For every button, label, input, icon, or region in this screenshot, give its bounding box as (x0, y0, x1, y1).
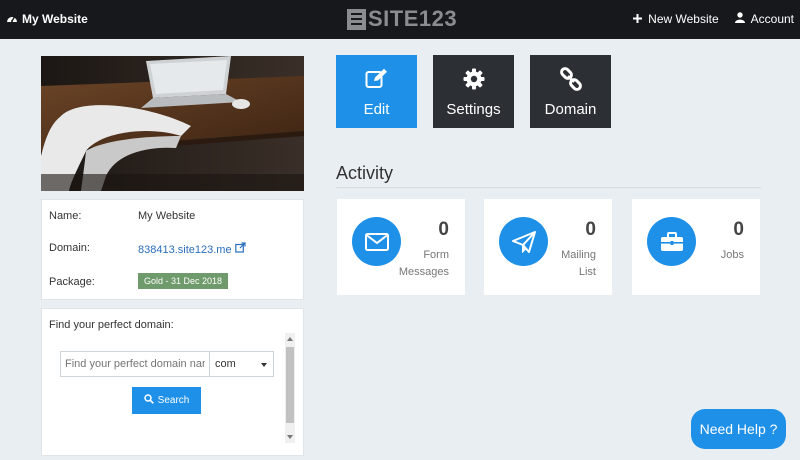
jobs-label-line1: Jobs (720, 249, 744, 261)
user-icon (734, 12, 745, 26)
site123-logo[interactable]: SITE123 (347, 8, 457, 30)
gear-icon (463, 67, 485, 91)
new-website-button[interactable]: New Website (633, 12, 719, 26)
need-help-button[interactable]: Need Help ? (691, 409, 786, 449)
domain-row: Domain: 838413.site123.me (49, 242, 246, 256)
my-website-menu[interactable]: My Website (6, 12, 88, 26)
name-label: Name: (49, 210, 82, 222)
form-messages-stat[interactable]: 0 Form Messages (337, 199, 465, 295)
account-button[interactable]: Account (734, 12, 794, 26)
scrollbar-thumb[interactable] (286, 347, 294, 423)
logo-mark-icon (347, 8, 366, 30)
mailing-list-stat[interactable]: 0 Mailing List (484, 199, 612, 295)
activity-divider (336, 187, 761, 188)
mailing-list-label: Mailing List (561, 247, 596, 281)
site-info-card: Name: My Website Domain: 838413.site123.… (41, 199, 304, 300)
top-bar: My Website SITE123 New Website Account (0, 0, 800, 39)
logo-text: SITE123 (368, 6, 458, 31)
briefcase-icon (647, 217, 696, 266)
jobs-label: Jobs (721, 247, 744, 264)
new-website-label: New Website (648, 12, 719, 26)
link-icon (559, 67, 583, 91)
form-messages-label-line1: Form (423, 249, 449, 261)
settings-label: Settings (446, 101, 501, 118)
my-website-label: My Website (22, 12, 88, 26)
scroll-up-icon[interactable] (287, 337, 293, 341)
jobs-count: 0 (733, 219, 744, 240)
domain-finder-card: Find your perfect domain: com Search (41, 308, 304, 456)
form-messages-count: 0 (438, 219, 449, 240)
domain-link[interactable]: 838413.site123.me (138, 244, 232, 256)
paper-plane-icon (499, 217, 548, 266)
domain-label: Domain (544, 101, 597, 118)
mailing-list-label-line2: List (578, 266, 596, 278)
plus-icon (633, 12, 643, 26)
chevron-down-icon (261, 363, 267, 367)
domain-label: Domain: (49, 242, 90, 254)
tld-selected-value: com (215, 358, 236, 370)
edit-label: Edit (363, 101, 390, 118)
name-value: My Website (138, 210, 196, 222)
scroll-down-icon[interactable] (287, 435, 293, 439)
domain-search-input[interactable] (60, 351, 210, 377)
search-icon (143, 394, 154, 407)
external-link-icon[interactable] (234, 242, 246, 256)
domain-finder-scrollbar[interactable] (285, 333, 295, 443)
envelope-icon (352, 217, 401, 266)
package-badge: Gold - 31 Dec 2018 (138, 273, 229, 289)
edit-button[interactable]: Edit (336, 55, 417, 128)
edit-icon (365, 67, 389, 91)
form-messages-label: Form Messages (399, 247, 449, 281)
mailing-list-count: 0 (585, 219, 596, 240)
jobs-stat[interactable]: 0 Jobs (632, 199, 760, 295)
website-preview-image[interactable] (41, 56, 304, 191)
tld-select[interactable]: com (209, 351, 274, 377)
dashboard-icon (6, 12, 18, 26)
mailing-list-label-line1: Mailing (561, 249, 596, 261)
package-row: Package: Gold - 31 Dec 2018 (49, 273, 229, 289)
domain-finder-title: Find your perfect domain: (49, 319, 174, 331)
account-label: Account (750, 12, 794, 26)
domain-button[interactable]: Domain (530, 55, 611, 128)
domain-search-button[interactable]: Search (132, 387, 201, 414)
name-row: Name: My Website (49, 210, 195, 222)
activity-heading: Activity (336, 163, 394, 183)
search-label: Search (157, 395, 190, 406)
form-messages-label-line2: Messages (398, 266, 449, 278)
package-label: Package: (49, 276, 95, 288)
settings-button[interactable]: Settings (433, 55, 514, 128)
